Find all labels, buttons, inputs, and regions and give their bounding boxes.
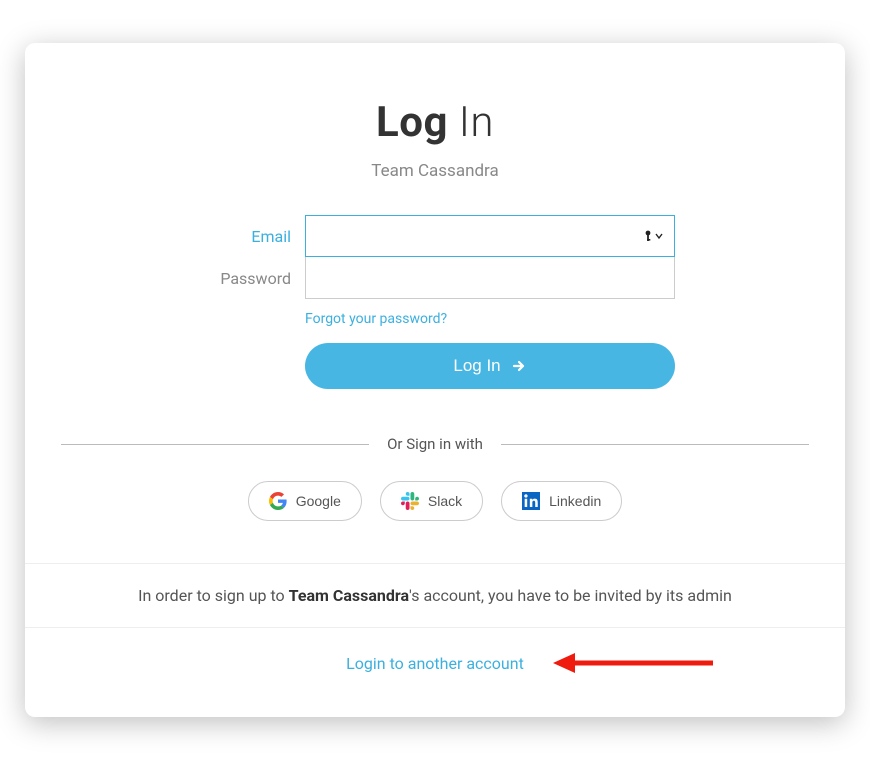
email-label: Email: [195, 227, 305, 246]
login-form: Email Password Forgot your password? Log…: [195, 215, 675, 389]
forgot-password-link[interactable]: Forgot your password?: [305, 311, 447, 327]
linkedin-icon: [522, 492, 540, 510]
invite-suffix: 's account, you have to be invited by it…: [409, 586, 732, 605]
login-another-account-link[interactable]: Login to another account: [346, 654, 524, 673]
title-light: In: [459, 98, 494, 147]
password-input-wrap: [305, 257, 675, 299]
divider: Or Sign in with: [61, 435, 809, 453]
login-button-label: Log In: [453, 356, 500, 376]
login-card: Log In Team Cassandra Email Password For…: [25, 43, 845, 717]
email-row: Email: [195, 215, 675, 257]
google-label: Google: [296, 493, 341, 509]
login-button[interactable]: Log In: [305, 343, 675, 389]
password-input[interactable]: [305, 257, 675, 299]
google-icon: [269, 492, 287, 510]
forgot-password: Forgot your password?: [305, 311, 675, 327]
social-login-row: Google Slack Linkedin: [25, 481, 845, 521]
divider-text: Or Sign in with: [369, 435, 501, 453]
team-subtitle: Team Cassandra: [25, 161, 845, 181]
credential-picker-icon[interactable]: [643, 230, 663, 242]
footer: Login to another account: [25, 627, 845, 673]
slack-signin-button[interactable]: Slack: [380, 481, 483, 521]
google-signin-button[interactable]: Google: [248, 481, 362, 521]
invite-team: Team Cassandra: [289, 586, 409, 605]
invite-notice: In order to sign up to Team Cassandra's …: [25, 563, 845, 627]
email-input-wrap: [305, 215, 675, 257]
arrow-right-icon: [511, 358, 527, 374]
slack-label: Slack: [428, 493, 462, 509]
divider-line-left: [61, 444, 369, 445]
linkedin-signin-button[interactable]: Linkedin: [501, 481, 622, 521]
invite-prefix: In order to sign up to: [138, 586, 289, 605]
page-title: Log In: [25, 98, 845, 147]
slack-icon: [401, 492, 419, 510]
divider-line-right: [501, 444, 809, 445]
password-row: Password: [195, 257, 675, 299]
annotation-arrow-icon: [553, 648, 713, 678]
password-label: Password: [195, 269, 305, 288]
title-bold: Log: [376, 98, 448, 147]
linkedin-label: Linkedin: [549, 493, 601, 509]
email-input[interactable]: [305, 215, 675, 257]
